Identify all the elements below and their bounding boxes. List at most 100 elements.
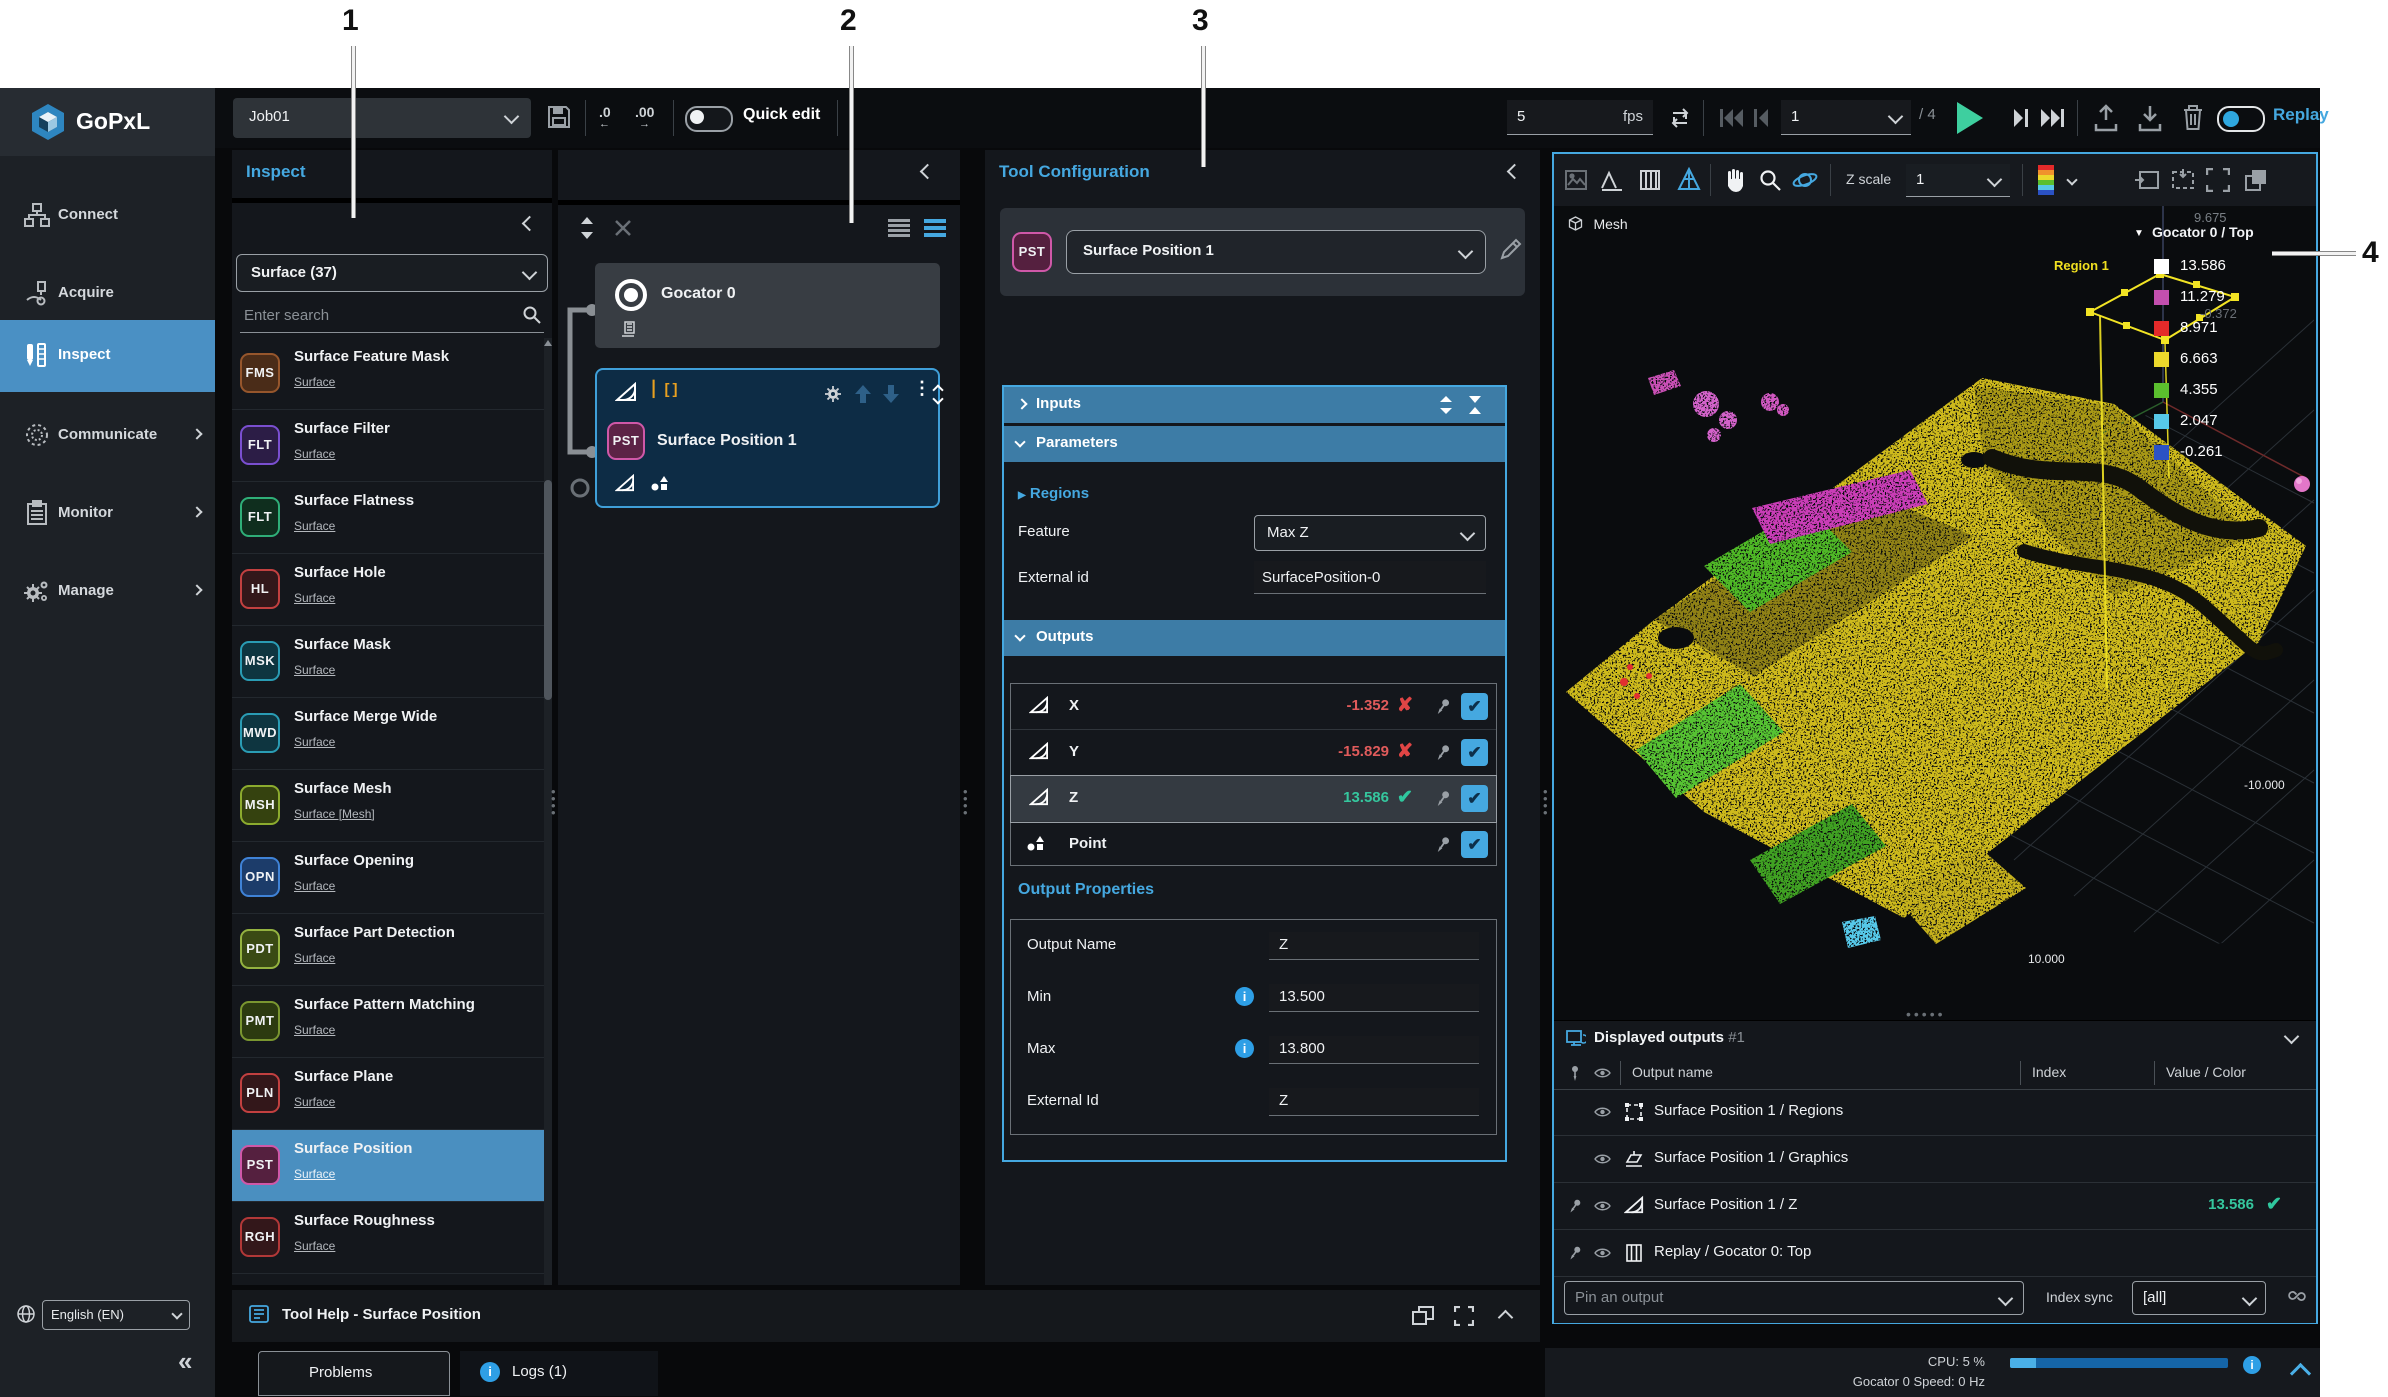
delete-icon[interactable] <box>2181 103 2205 132</box>
displayed-output-row[interactable]: Surface Position 1 / Z 13.586 ✔ <box>1554 1183 2316 1230</box>
search-input[interactable] <box>240 300 518 330</box>
panel-divider-handle[interactable]: •••• <box>963 788 968 816</box>
move-up-icon[interactable] <box>855 385 871 403</box>
pipeline-collapse-button[interactable] <box>920 164 936 180</box>
tool-instance-select[interactable]: Surface Position 1 <box>1066 230 1486 274</box>
collapse-legend-icon[interactable]: ▼ <box>2134 228 2144 239</box>
expand-help-button[interactable] <box>1498 1310 1514 1326</box>
index-sync-select[interactable]: [all] <box>2132 1281 2266 1315</box>
loop-icon[interactable] <box>1667 105 1693 131</box>
regions-expander[interactable]: ▶ Regions <box>1018 485 1089 502</box>
property-value-input[interactable]: Z <box>1269 1088 1479 1116</box>
color-palette-icon[interactable] <box>2036 164 2056 196</box>
replay-toggle[interactable] <box>2217 106 2265 132</box>
tool-category-link[interactable]: Surface <box>294 375 335 389</box>
displayed-output-row[interactable]: Replay / Gocator 0: Top <box>1554 1230 2316 1277</box>
visibility-eye-icon[interactable] <box>1594 1247 1611 1259</box>
tool-list-item[interactable]: HL Surface Hole Surface <box>232 554 552 626</box>
fullscreen-view-icon[interactable] <box>2206 168 2230 192</box>
expand-node-icon[interactable] <box>932 393 943 404</box>
output-enabled-checkbox[interactable]: ✔ <box>1461 785 1488 812</box>
pin-icon[interactable] <box>1568 1245 1582 1261</box>
quick-edit-toggle[interactable] <box>685 106 733 132</box>
duplicate-tool-icon[interactable] <box>823 384 843 404</box>
job-select[interactable]: Job01 <box>233 98 531 138</box>
close-all-icon[interactable] <box>614 219 632 237</box>
output-enabled-checkbox[interactable]: ✔ <box>1461 739 1488 766</box>
sidebar-item-monitor[interactable]: Monitor <box>0 484 215 546</box>
mesh-view-icon[interactable] <box>1676 167 1702 193</box>
chevron-down-icon[interactable] <box>2066 174 2077 185</box>
tool-list-item[interactable]: SCT Surface Section Surface <box>232 1274 552 1285</box>
pin-output-icon[interactable] <box>1435 835 1451 854</box>
pin-output-icon[interactable] <box>1435 789 1451 808</box>
sidebar-item-acquire[interactable]: Acquire <box>0 264 215 326</box>
block-view-icon[interactable] <box>924 219 946 237</box>
link-icon[interactable] <box>2288 1287 2306 1305</box>
tool-category-link[interactable]: Surface <box>294 447 335 461</box>
output-row[interactable]: X -1.352 ✘ ✔ <box>1011 684 1496 730</box>
fps-field[interactable]: 5 fps <box>1507 100 1653 135</box>
rotate-3d-icon[interactable] <box>1792 167 1818 193</box>
pin-output-icon[interactable] <box>1435 743 1451 762</box>
list-view-icon[interactable] <box>888 219 910 237</box>
play-button[interactable] <box>1953 100 1985 136</box>
property-value-input[interactable]: 13.500 <box>1269 984 1479 1012</box>
tool-list-item[interactable]: PST Surface Position Surface <box>232 1130 552 1202</box>
tool-category-link[interactable]: Surface <box>294 1239 335 1253</box>
tool-category-link[interactable]: Surface <box>294 519 335 533</box>
collapse-all-icon[interactable] <box>1467 396 1483 414</box>
tool-category-select[interactable]: Surface (37) <box>236 254 548 292</box>
download-icon[interactable] <box>2137 104 2163 132</box>
layout-views-icon[interactable] <box>2244 168 2268 192</box>
fit-region-icon[interactable] <box>2170 168 2196 192</box>
info-icon[interactable]: i <box>2243 1356 2261 1374</box>
zoom-icon[interactable] <box>1758 168 1782 192</box>
pin-output-icon[interactable] <box>1435 697 1451 716</box>
popout-icon[interactable] <box>1412 1306 1434 1326</box>
tool-category-link[interactable]: Surface <box>294 663 335 677</box>
tool-category-link[interactable]: Surface [Mesh] <box>294 807 375 821</box>
tool-category-link[interactable]: Surface <box>294 1167 335 1181</box>
scrollbar-thumb[interactable] <box>544 480 552 700</box>
profile-view-icon[interactable] <box>1600 168 1624 192</box>
config-collapse-button[interactable] <box>1507 164 1523 180</box>
tool-list-item[interactable]: OPN Surface Opening Surface <box>232 842 552 914</box>
panel-divider-handle[interactable]: •••• <box>551 788 556 816</box>
tool-list-item[interactable]: FLT Surface Flatness Surface <box>232 482 552 554</box>
tool-list-item[interactable]: FLT Surface Filter Surface <box>232 410 552 482</box>
tool-list-item[interactable]: RGH Surface Roughness Surface <box>232 1202 552 1274</box>
displayed-output-row[interactable]: Surface Position 1 / Regions <box>1554 1089 2316 1136</box>
tools-collapse-button[interactable] <box>522 216 538 232</box>
expand-all-icon[interactable] <box>1439 396 1453 414</box>
external-id-input[interactable] <box>1254 561 1486 594</box>
tool-category-link[interactable]: Surface <box>294 951 335 965</box>
rename-tool-icon[interactable] <box>1498 238 1522 262</box>
skip-last-icon[interactable] <box>2039 107 2065 129</box>
sidebar-item-manage[interactable]: Manage <box>0 562 215 624</box>
tool-list-item[interactable]: PMT Surface Pattern Matching Surface <box>232 986 552 1058</box>
language-select[interactable]: English (EN) <box>42 1300 190 1330</box>
upload-icon[interactable] <box>2093 104 2119 132</box>
save-icon[interactable] <box>547 105 571 129</box>
expand-status-button[interactable] <box>2290 1363 2311 1384</box>
parameters-section-header[interactable]: Parameters <box>1004 426 1505 462</box>
visibility-eye-icon[interactable] <box>1594 1153 1611 1165</box>
tool-category-link[interactable]: Surface <box>294 1095 335 1109</box>
heightmap-view-icon[interactable] <box>1638 168 1662 192</box>
property-value-input[interactable]: Z <box>1269 932 1479 960</box>
fit-data-icon[interactable] <box>2134 168 2160 192</box>
pin-output-select[interactable]: Pin an output <box>1564 1281 2024 1315</box>
output-enabled-checkbox[interactable]: ✔ <box>1461 831 1488 858</box>
sidebar-item-communicate[interactable]: Communicate <box>0 406 215 468</box>
decimal-decrease-button[interactable]: .0← <box>599 104 611 120</box>
search-icon[interactable] <box>522 305 542 325</box>
output-row[interactable]: Point ✔ <box>1011 822 1496 867</box>
tool-list-item[interactable]: PLN Surface Plane Surface <box>232 1058 552 1130</box>
frame-select[interactable]: 1 <box>1781 100 1911 135</box>
tab-logs[interactable]: i Logs (1) <box>460 1351 658 1396</box>
tool-list-item[interactable]: MSH Surface Mesh Surface [Mesh] <box>232 770 552 842</box>
output-row[interactable]: Z 13.586 ✔ ✔ <box>1011 776 1496 822</box>
step-back-icon[interactable] <box>1753 107 1771 129</box>
fullscreen-icon[interactable] <box>1454 1306 1474 1326</box>
